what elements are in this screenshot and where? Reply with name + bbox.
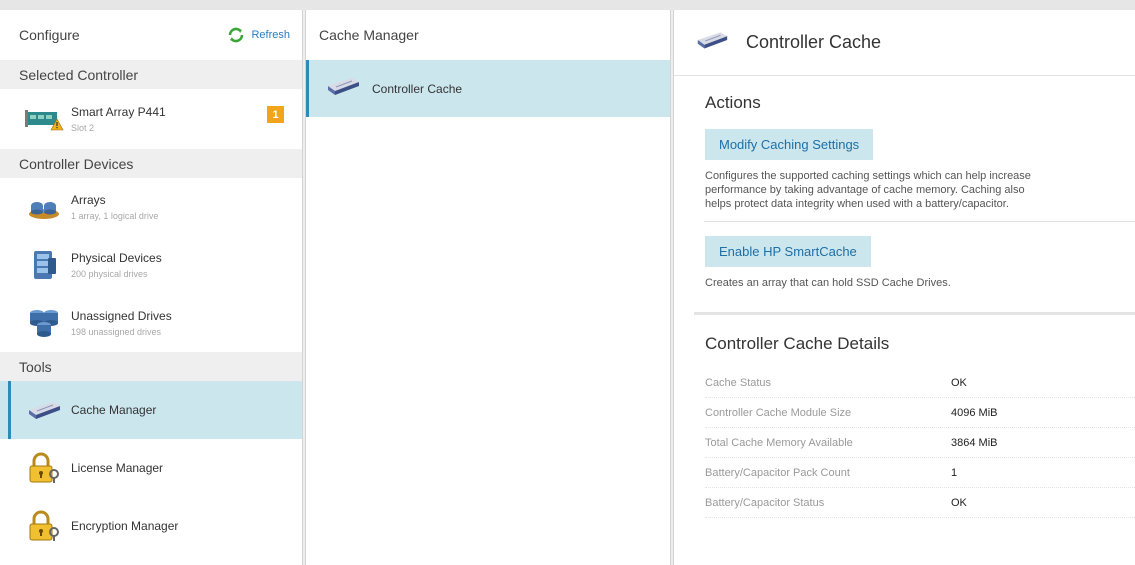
- detail-row: Cache Status OK: [705, 368, 1135, 398]
- nav-item-physical-devices[interactable]: Physical Devices 200 physical drives: [0, 236, 302, 294]
- list-item-label: Controller Cache: [372, 81, 463, 96]
- detail-header: Controller Cache: [674, 10, 1135, 76]
- detail-row: Battery/Capacitor Status OK: [705, 488, 1135, 518]
- detail-value: 1: [951, 466, 958, 479]
- controller-item[interactable]: Smart Array P441 Slot 2 1: [0, 89, 302, 149]
- nav-item-arrays[interactable]: Arrays 1 array, 1 logical drive: [0, 178, 302, 236]
- modify-caching-settings-button[interactable]: Modify Caching Settings: [705, 129, 874, 160]
- cache-module-icon: [24, 393, 64, 427]
- nav-item-unassigned-drives[interactable]: Unassigned Drives 198 unassigned drives: [0, 294, 302, 352]
- detail-row: Battery/Capacitor Pack Count 1: [705, 458, 1135, 488]
- cache-manager-label: Cache Manager: [71, 403, 157, 417]
- detail-value: 4096 MiB: [951, 406, 998, 419]
- description-line: helps protect data integrity when used w…: [705, 198, 1009, 210]
- panel-title: Cache Manager: [319, 27, 419, 43]
- refresh-icon: [229, 27, 244, 43]
- nav-item-encryption-manager[interactable]: Encryption Manager: [0, 497, 302, 555]
- refresh-label: Refresh: [251, 29, 290, 41]
- cache-module-icon: [324, 74, 362, 103]
- top-strip: [0, 0, 1135, 10]
- unassigned-drives-icon: [24, 306, 64, 340]
- section-controller-devices: Controller Devices: [0, 149, 302, 178]
- nav-item-license-manager[interactable]: License Manager: [0, 439, 302, 497]
- detail-key: Cache Status: [705, 376, 772, 389]
- panel-title: Configure: [19, 27, 80, 43]
- actions-section: Actions Modify Caching Settings Configur…: [674, 76, 1135, 290]
- detail-key: Battery/Capacitor Pack Count: [705, 466, 850, 479]
- arrays-icon: [24, 190, 64, 224]
- nav-item-cache-manager[interactable]: Cache Manager: [0, 381, 302, 439]
- section-tools: Tools: [0, 352, 302, 381]
- encryption-manager-label: Encryption Manager: [71, 519, 179, 533]
- detail-key: Battery/Capacitor Status: [705, 496, 825, 509]
- action-row: Enable HP SmartCache: [705, 236, 1135, 267]
- details-section: Controller Cache Details Cache Status OK…: [674, 315, 1135, 518]
- unassigned-drives-sub: 198 unassigned drives: [71, 327, 162, 337]
- detail-row: Controller Cache Module Size 4096 MiB: [705, 398, 1135, 428]
- modify-caching-description: Configures the supported caching setting…: [705, 169, 1135, 211]
- description-line: Creates an array that can hold SSD Cache…: [705, 277, 951, 289]
- alert-count-badge[interactable]: 1: [267, 106, 284, 123]
- list-item-controller-cache[interactable]: Controller Cache: [306, 60, 670, 117]
- detail-value: OK: [951, 496, 967, 509]
- license-lock-icon: [24, 451, 64, 485]
- physical-devices-icon: [24, 248, 64, 282]
- details-heading: Controller Cache Details: [705, 334, 890, 353]
- detail-value: OK: [951, 376, 967, 389]
- page-title: Controller Cache: [746, 32, 882, 52]
- detail-key: Controller Cache Module Size: [705, 406, 852, 419]
- smartcache-description: Creates an array that can hold SSD Cache…: [705, 276, 1135, 290]
- refresh-button[interactable]: Refresh: [227, 26, 290, 44]
- enable-hp-smartcache-button[interactable]: Enable HP SmartCache: [705, 236, 871, 267]
- action-row: Modify Caching Settings: [705, 129, 1135, 160]
- description-line: performance by taking advantage of cache…: [705, 184, 1025, 196]
- detail-panel: Controller Cache Actions Modify Caching …: [673, 10, 1135, 565]
- cache-manager-panel: Cache Manager Controller Cache: [305, 10, 671, 565]
- controller-name: Smart Array P441: [71, 105, 166, 119]
- unassigned-drives-label: Unassigned Drives: [71, 309, 172, 323]
- arrays-sub: 1 array, 1 logical drive: [71, 211, 159, 221]
- cache-module-icon: [694, 28, 730, 57]
- physical-devices-sub: 200 physical drives: [71, 269, 148, 279]
- configure-header: Configure Refresh: [0, 10, 302, 60]
- controller-card-warning-icon: [24, 102, 64, 136]
- detail-value: 3864 MiB: [951, 436, 998, 449]
- detail-key: Total Cache Memory Available: [705, 436, 853, 449]
- physical-devices-label: Physical Devices: [71, 251, 162, 265]
- license-manager-label: License Manager: [71, 461, 164, 475]
- arrays-label: Arrays: [71, 193, 106, 207]
- section-selected-controller: Selected Controller: [0, 60, 302, 89]
- detail-row: Total Cache Memory Available 3864 MiB: [705, 428, 1135, 458]
- encryption-lock-icon: [24, 509, 64, 543]
- configure-panel: Configure Refresh Selected Controller Sm…: [0, 10, 303, 565]
- actions-heading: Actions: [705, 93, 761, 112]
- description-line: Configures the supported caching setting…: [705, 170, 1031, 182]
- controller-slot: Slot 2: [71, 123, 95, 133]
- divider: [704, 221, 1135, 222]
- details-table: Cache Status OK Controller Cache Module …: [705, 368, 1135, 518]
